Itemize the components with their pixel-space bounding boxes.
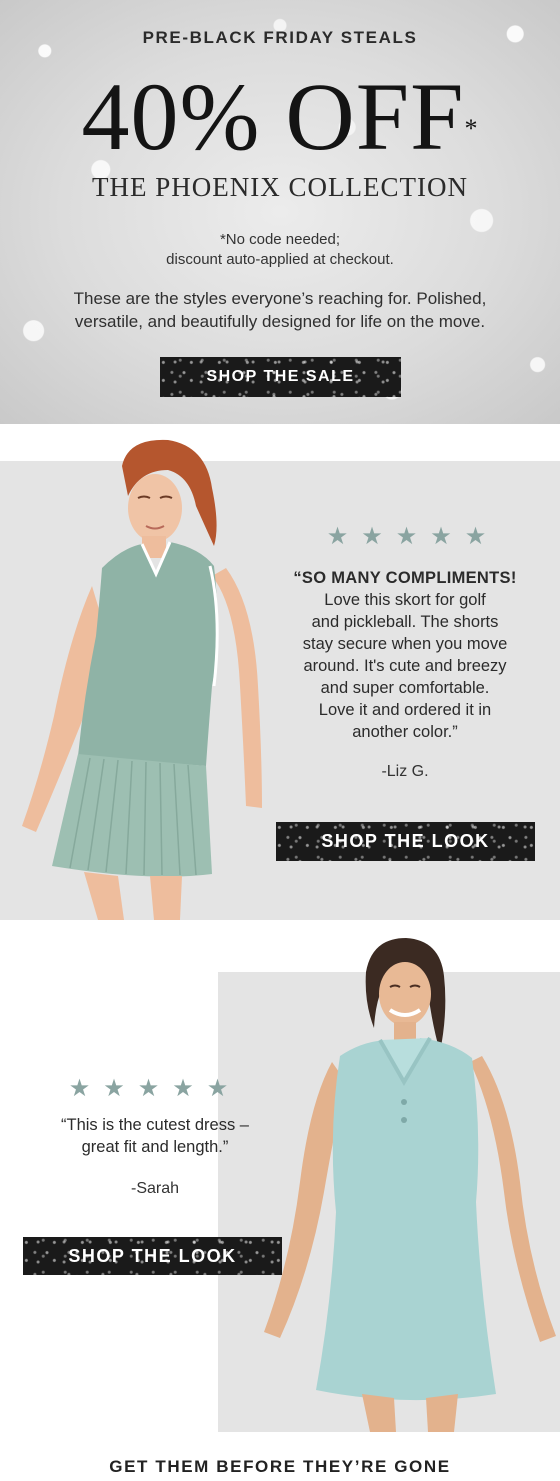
review-line: great fit and length.” <box>81 1138 229 1156</box>
review-line: “This is the cutest dress – <box>61 1116 249 1134</box>
review-line: stay secure when you move <box>302 635 508 653</box>
review-line: and pickleball. The shorts <box>311 613 499 631</box>
body-line: versatile, and beautifully designed for … <box>74 312 486 331</box>
review-quote-2: “This is the cutest dress – great fit an… <box>20 1114 290 1158</box>
eyebrow-text: PRE-BLACK FRIDAY STEALS <box>142 28 418 47</box>
review-line: around. It's cute and breezy <box>303 657 507 675</box>
review-quote-1: “SO MANY COMPLIMENTS! Love this skort fo… <box>276 567 534 743</box>
review-headline: “SO MANY COMPLIMENTS! <box>293 569 517 587</box>
review-author-1: -Liz G. <box>381 763 429 780</box>
fineprint-line: discount auto-applied at checkout. <box>166 251 394 268</box>
discount-value: 40% OFF <box>81 63 465 170</box>
shop-the-sale-button[interactable]: SHOP THE SALE <box>160 357 401 397</box>
review-author-2: -Sarah <box>130 1180 180 1197</box>
closing-headline: GET THEM BEFORE THEY’RE GONE <box>109 1457 451 1476</box>
model-photo-dress[interactable] <box>244 932 560 1432</box>
review-line: Love this skort for golf <box>324 591 486 609</box>
collection-name: THE PHOENIX COLLECTION <box>92 172 468 202</box>
model-photo-skort[interactable] <box>0 436 270 920</box>
rating-stars-2: ★★★★★ <box>68 1075 242 1102</box>
review-line: and super comfortable. <box>320 679 490 697</box>
discount-asterisk: * <box>464 114 479 143</box>
rating-stars-1: ★★★★★ <box>326 523 500 550</box>
fineprint: *No code needed; discount auto-applied a… <box>0 230 560 270</box>
body-line: These are the styles everyone’s reaching… <box>73 289 487 308</box>
shop-the-look-button-1[interactable]: SHOP THE LOOK <box>276 822 535 861</box>
discount-headline: 40% OFF* <box>0 62 560 172</box>
review-line: Love it and ordered it in <box>318 701 492 719</box>
shop-the-look-button-2[interactable]: SHOP THE LOOK <box>23 1237 282 1275</box>
fineprint-line: *No code needed; <box>219 231 341 248</box>
review-line: another color.” <box>352 723 458 741</box>
hero-banner: PRE-BLACK FRIDAY STEALS 40% OFF* THE PHO… <box>0 0 560 424</box>
hero-body-copy: These are the styles everyone’s reaching… <box>20 287 540 333</box>
